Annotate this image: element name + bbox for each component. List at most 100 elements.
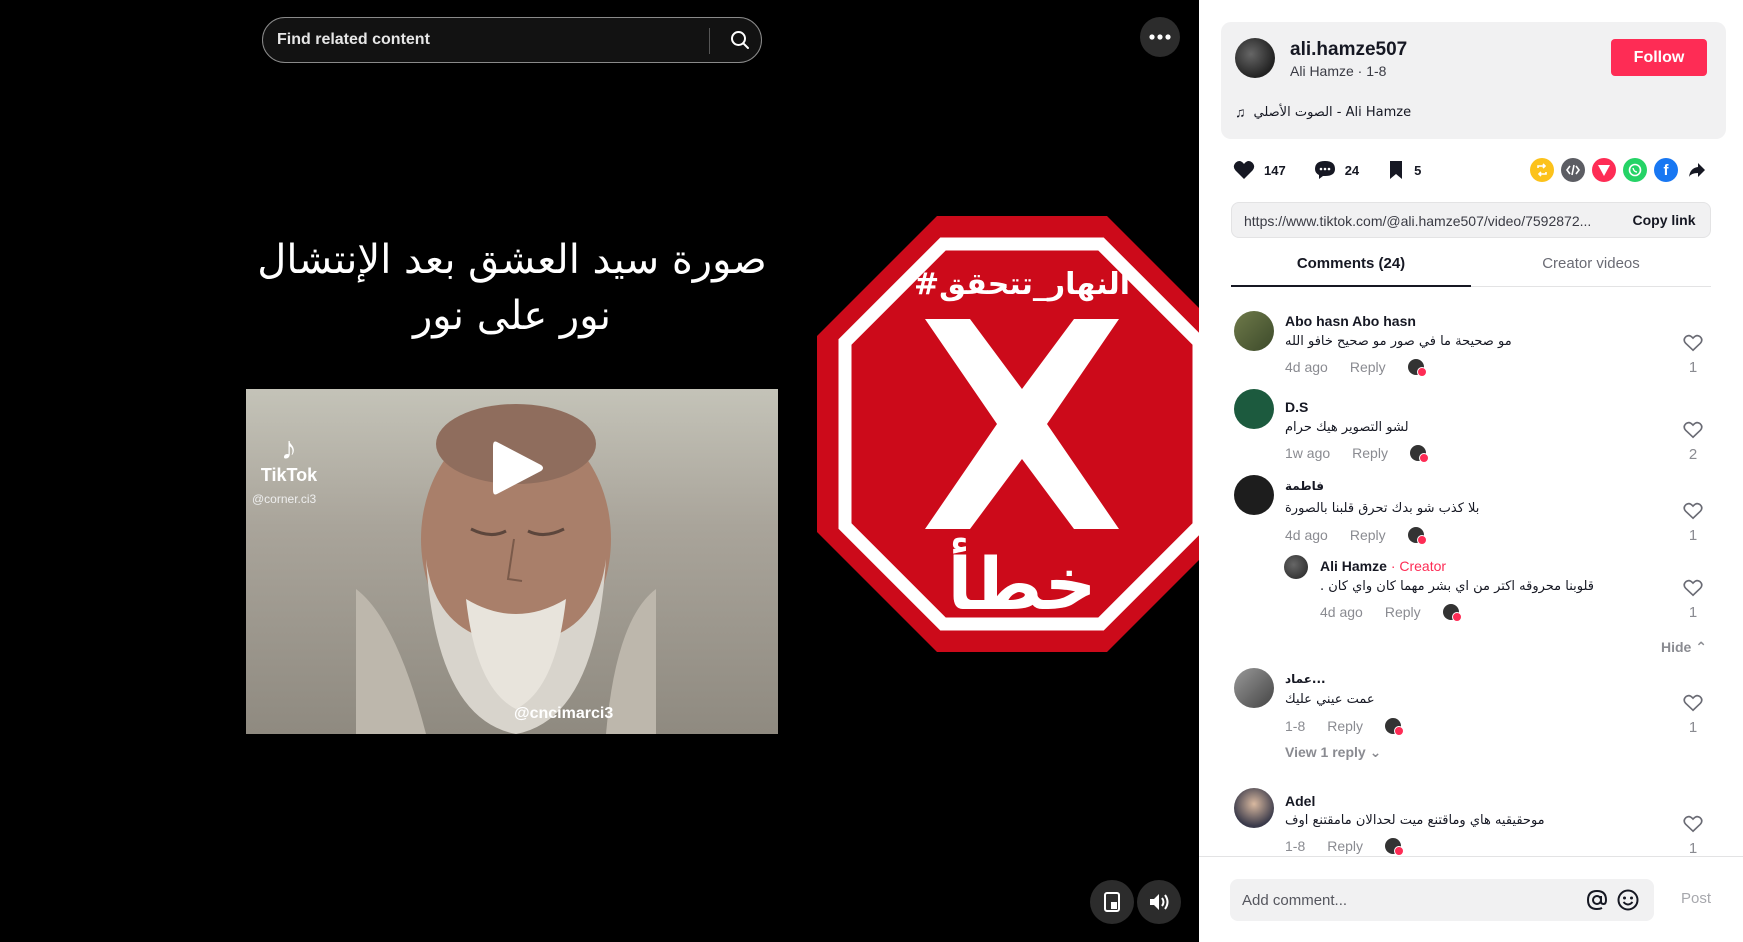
comment-input[interactable] — [1242, 879, 1582, 921]
fact-check-stamp: #النهار_تتحقق خطأ — [817, 216, 1227, 652]
commenter-avatar[interactable] — [1234, 475, 1274, 515]
view-replies-label: View 1 reply — [1285, 744, 1366, 760]
commenter-avatar[interactable] — [1234, 311, 1274, 351]
fact-check-hashtag: #النهار_تتحقق — [914, 267, 1130, 302]
speaker-icon — [1150, 894, 1169, 910]
facebook-icon[interactable]: f — [1654, 158, 1678, 182]
bookmark-icon — [1390, 161, 1403, 179]
reply-time: 4d ago — [1320, 604, 1363, 620]
comment-like-count: 1 — [1688, 840, 1698, 856]
commenter-avatar[interactable] — [1234, 788, 1274, 828]
video-caption: صورة سيد العشق بعد الإنتشال نور على نور — [246, 232, 778, 344]
comment-like-button[interactable]: 1 — [1681, 334, 1705, 376]
hide-replies-button[interactable]: Hide ⌃ — [1661, 639, 1707, 656]
search-icon — [731, 31, 749, 49]
creator-badge: · Creator — [1390, 558, 1447, 574]
heart-outline-icon — [1683, 694, 1703, 712]
tab-creator-videos[interactable]: Creator videos — [1471, 255, 1711, 287]
comment-text: موحقيقيه هاي وماقتنع ميت لحدالان مامقتنع… — [1285, 813, 1545, 828]
creator-liked-avatar — [1385, 838, 1405, 856]
play-button[interactable] — [487, 438, 547, 498]
creator-liked-avatar — [1442, 604, 1462, 622]
comment-meta: 1-8 Reply — [1285, 718, 1405, 736]
whatsapp-icon[interactable] — [1623, 158, 1647, 182]
creator-name-text: Ali Hamze — [1320, 558, 1387, 574]
tiktok-video-page: صورة سيد العشق بعد الإنتشال نور على نور … — [0, 0, 1743, 942]
panel-tabs: Comments (24) Creator videos — [1231, 255, 1711, 287]
send-icon[interactable] — [1592, 158, 1616, 182]
search-button[interactable] — [718, 18, 762, 62]
reply-like-button[interactable]: 1 — [1681, 579, 1705, 621]
comment-like-count: 1 — [1688, 527, 1698, 544]
more-options-button[interactable] — [1140, 17, 1180, 57]
heart-outline-icon — [1683, 334, 1703, 352]
repost-icon[interactable] — [1530, 158, 1554, 182]
comment-button[interactable]: 24 — [1314, 160, 1359, 180]
comment-item: Adel موحقيقيه هاي وماقتنع ميت لحدالان ما… — [1199, 788, 1743, 856]
video-player-area: صورة سيد العشق بعد الإنتشال نور على نور … — [0, 0, 1227, 942]
reply-text: قلوبنا محروقه اكتر من اي بشر مهما كان وا… — [1320, 579, 1595, 594]
creator-liked-avatar — [1407, 527, 1427, 545]
comment-meta: 4d ago Reply — [1285, 359, 1427, 377]
comment-item: فاطمة بلا كذب شو بدك تحرق قلبنا بالصورة … — [1199, 467, 1743, 547]
comment-like-button[interactable]: 1 — [1681, 502, 1705, 544]
video-link-bar: https://www.tiktok.com/@ali.hamze507/vid… — [1231, 202, 1711, 238]
heart-outline-icon — [1683, 421, 1703, 439]
post-button[interactable]: Post — [1681, 890, 1711, 907]
comment-time: 4d ago — [1285, 527, 1328, 543]
volume-button[interactable] — [1137, 880, 1181, 924]
like-button[interactable]: 147 — [1233, 160, 1286, 180]
reply-button[interactable]: Reply — [1352, 445, 1388, 461]
play-icon — [493, 441, 543, 495]
reply-meta: 4d ago Reply — [1320, 604, 1462, 622]
music-line[interactable]: ♫ الصوت الأصلي - Ali Hamze — [1235, 104, 1411, 120]
commenter-name[interactable]: D.S — [1285, 399, 1308, 415]
picture-in-picture-button[interactable] — [1090, 880, 1134, 924]
comment-like-button[interactable]: 2 — [1681, 421, 1705, 463]
author-subline: Ali Hamze · 1-8 — [1290, 63, 1387, 79]
search-input[interactable] — [277, 18, 697, 62]
search-bar — [262, 17, 762, 63]
comment-like-button[interactable]: 1 — [1681, 694, 1705, 736]
at-sign-icon — [1586, 889, 1608, 911]
creator-avatar[interactable] — [1284, 555, 1308, 579]
tab-comments[interactable]: Comments (24) — [1231, 255, 1471, 287]
commenter-avatar[interactable] — [1234, 668, 1274, 708]
follow-button[interactable]: Follow — [1611, 39, 1707, 76]
commenter-name[interactable]: Abo hasn Abo hasn — [1285, 313, 1416, 329]
author-avatar[interactable] — [1235, 38, 1275, 78]
more-dots-icon — [1149, 34, 1171, 40]
commenter-name[interactable]: فاطمة — [1285, 479, 1324, 493]
comment-text: بلا كذب شو بدك تحرق قلبنا بالصورة — [1285, 501, 1480, 516]
view-replies-button[interactable]: View 1 reply ⌄ — [1285, 744, 1381, 761]
author-username[interactable]: ali.hamze507 — [1290, 39, 1407, 61]
reply-button[interactable]: Reply — [1350, 359, 1386, 375]
tiktok-logo: ♪ TikTok — [254, 431, 324, 486]
author-card: ali.hamze507 Ali Hamze · 1-8 Follow ♫ ال… — [1221, 22, 1726, 139]
hide-label: Hide — [1661, 639, 1692, 655]
reply-like-count: 1 — [1688, 604, 1698, 621]
emoji-button[interactable] — [1616, 888, 1640, 912]
reply-button[interactable]: Reply — [1327, 718, 1363, 734]
save-button[interactable]: 5 — [1387, 160, 1421, 180]
video-url: https://www.tiktok.com/@ali.hamze507/vid… — [1244, 213, 1592, 229]
copy-link-button[interactable]: Copy link — [1617, 203, 1711, 237]
share-arrow-icon[interactable] — [1685, 158, 1709, 182]
mention-button[interactable] — [1585, 888, 1609, 912]
commenter-name[interactable]: Adel — [1285, 793, 1315, 809]
embed-icon[interactable] — [1561, 158, 1585, 182]
comment-like-button[interactable]: 1 — [1681, 815, 1705, 856]
creator-name[interactable]: Ali Hamze · Creator — [1320, 558, 1446, 574]
pip-icon — [1104, 892, 1120, 912]
commenter-name[interactable]: عماد... — [1285, 672, 1326, 686]
reply-button[interactable]: Reply — [1385, 604, 1421, 620]
reply-button[interactable]: Reply — [1350, 527, 1386, 543]
chevron-up-icon: ⌃ — [1695, 639, 1707, 655]
comment-time: 1-8 — [1285, 718, 1306, 734]
commenter-avatar[interactable] — [1234, 389, 1274, 429]
creator-liked-avatar — [1407, 359, 1427, 377]
reply-button[interactable]: Reply — [1327, 838, 1363, 854]
search-divider — [709, 28, 710, 54]
comment-meta: 1w ago Reply — [1285, 445, 1429, 463]
comment-composer: Post — [1199, 856, 1743, 942]
